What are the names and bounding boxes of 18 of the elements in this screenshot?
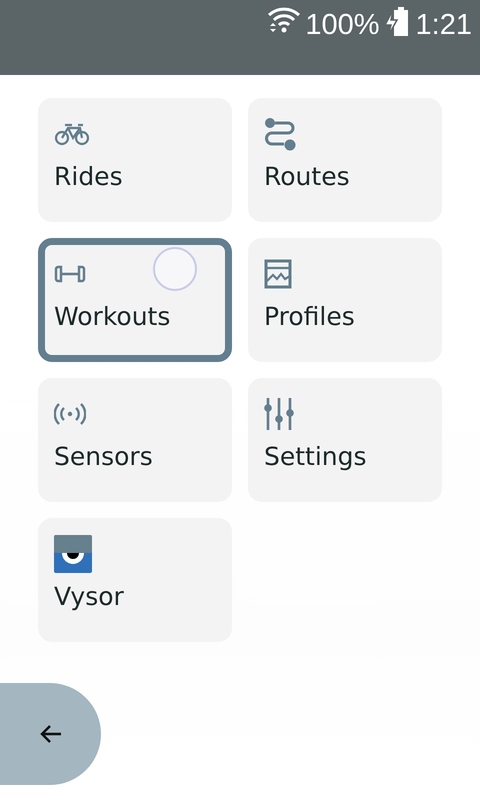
menu-tile[interactable]: Rides: [38, 98, 232, 222]
sliders-icon: [264, 397, 294, 431]
route-icon: [264, 117, 296, 151]
signal-icon: [54, 403, 86, 425]
menu-tile[interactable]: Settings: [248, 378, 442, 502]
dumbbell-icon: [54, 264, 86, 284]
clock-time: 1:21: [416, 8, 472, 43]
back-button[interactable]: [0, 683, 101, 785]
chart-icon: [264, 259, 292, 289]
menu-tile[interactable]: Routes: [248, 98, 442, 222]
menu-tile[interactable]: Sensors: [38, 378, 232, 502]
menu-tile[interactable]: Vysor: [38, 518, 232, 642]
menu-tile[interactable]: Workouts: [38, 238, 232, 362]
battery-percentage: 100%: [305, 8, 380, 43]
bike-icon: [54, 122, 90, 146]
eye-app-icon: [54, 535, 92, 573]
menu-tile[interactable]: Profiles: [248, 238, 442, 362]
back-arrow-icon: [38, 724, 62, 744]
